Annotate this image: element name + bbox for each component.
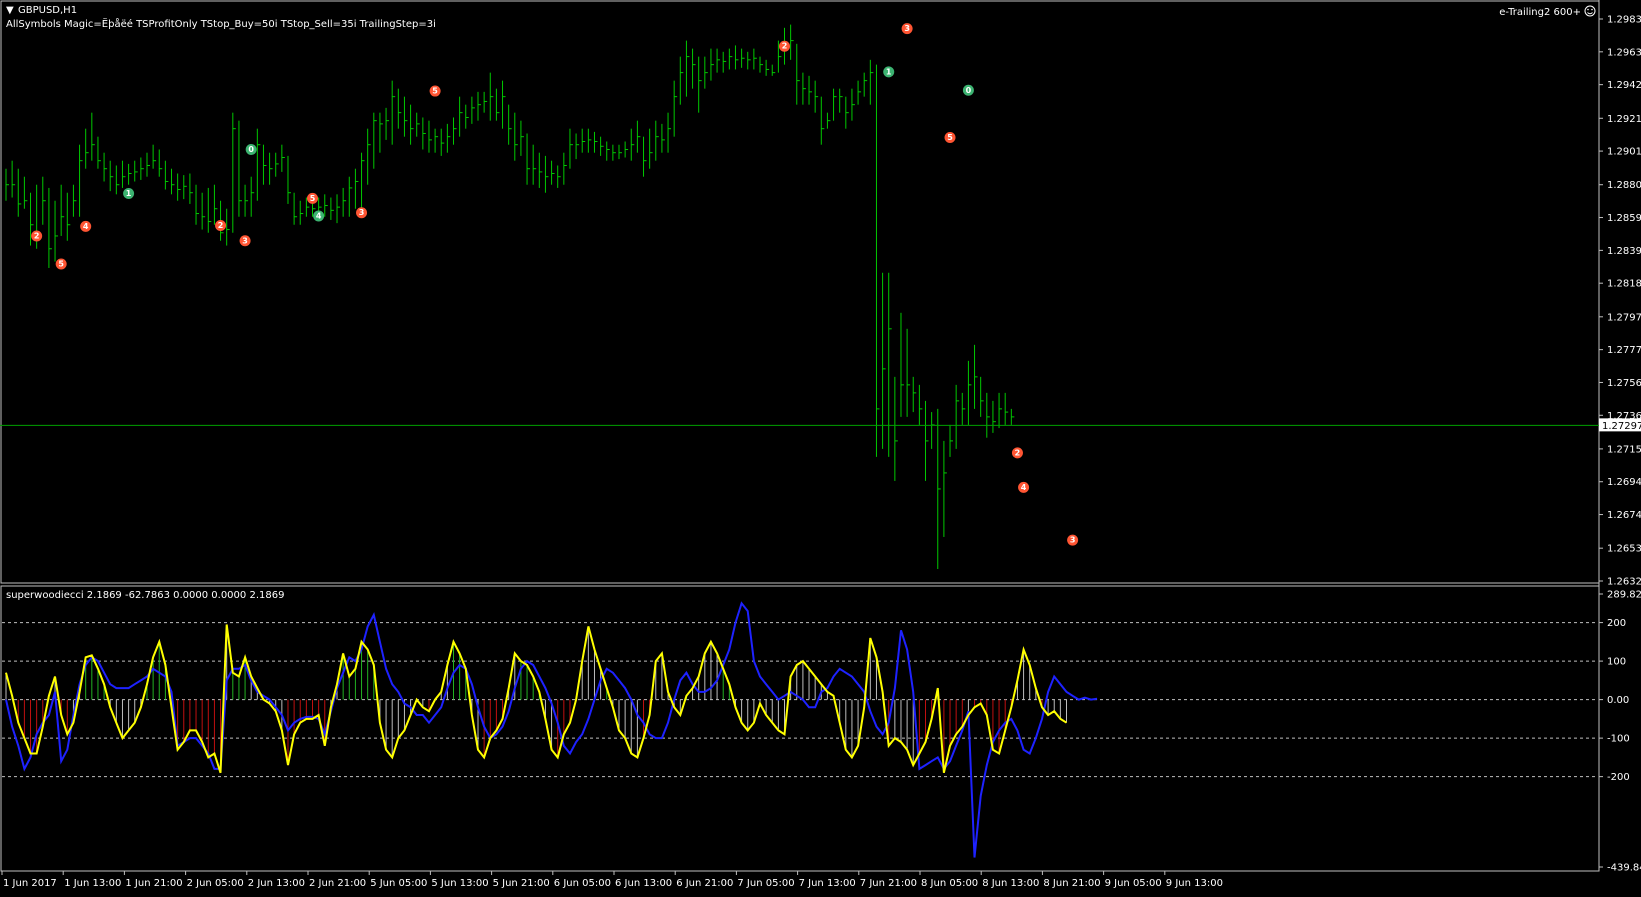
marker-label: 0	[248, 145, 254, 154]
time-tick-label: 5 Jun 05:00	[370, 878, 427, 889]
price-tick-label: 1.27565	[1607, 378, 1641, 389]
marker-label: 4	[1021, 483, 1027, 492]
time-tick-label: 9 Jun 05:00	[1105, 878, 1162, 889]
price-tick-label: 1.29010	[1607, 147, 1641, 158]
price-tick-label: 1.26530	[1607, 544, 1641, 555]
marker-label: 2	[782, 42, 788, 51]
marker-label: 3	[1070, 536, 1076, 545]
price-tick-label: 1.28800	[1607, 180, 1641, 191]
time-tick-label: 6 Jun 13:00	[615, 878, 672, 889]
trade-marker[interactable]: 5	[944, 131, 956, 143]
trade-marker[interactable]: 3	[1067, 534, 1079, 546]
marker-label: 4	[316, 211, 322, 220]
marker-label: 2	[218, 221, 224, 230]
time-tick-label: 6 Jun 21:00	[676, 878, 733, 889]
trade-marker[interactable]: 4	[80, 220, 92, 232]
trade-marker[interactable]: 2	[1011, 447, 1023, 459]
current-price-tag: 1.27297	[1599, 418, 1641, 432]
price-tick-label: 1.26945	[1607, 477, 1641, 488]
indicator-tick-label: 100	[1607, 657, 1626, 668]
price-tick-label: 1.27975	[1607, 312, 1641, 323]
marker-label: 2	[1015, 448, 1021, 457]
price-tick-label: 1.27150	[1607, 444, 1641, 455]
time-tick-label: 2 Jun 21:00	[309, 878, 366, 889]
price-tick-label: 1.26740	[1607, 510, 1641, 521]
marker-label: 3	[242, 236, 248, 245]
trade-marker[interactable]: 3	[356, 207, 368, 219]
trade-marker[interactable]: 1	[883, 66, 895, 78]
price-tick-label: 1.29425	[1607, 80, 1641, 91]
trade-marker[interactable]: 2	[31, 230, 43, 242]
indicator-tick-label: 289.823	[1607, 590, 1641, 601]
time-tick-label: 1 Jun 13:00	[64, 878, 121, 889]
marker-label: 1	[126, 189, 132, 198]
indicator-title: superwoodiecci 2.1869 -62.7863 0.0000 0.…	[6, 590, 284, 601]
time-tick-label: 8 Jun 13:00	[982, 878, 1039, 889]
trade-marker[interactable]: 0	[245, 143, 257, 155]
trade-marker[interactable]: 2	[779, 40, 791, 52]
time-tick-label: 1 Jun 2017	[3, 878, 57, 889]
marker-label: 5	[310, 194, 316, 203]
marker-label: 3	[904, 24, 910, 33]
indicator-tick-label: -100	[1607, 734, 1630, 745]
marker-label: 5	[58, 259, 64, 268]
time-tick-label: 7 Jun 13:00	[799, 878, 856, 889]
marker-label: 1	[886, 67, 892, 76]
trade-marker[interactable]: 0	[962, 84, 974, 96]
time-tick-label: 5 Jun 21:00	[493, 878, 550, 889]
trade-marker[interactable]: 4	[313, 210, 325, 222]
indicator-tick-label: -200	[1607, 772, 1630, 783]
time-tick-label: 9 Jun 13:00	[1166, 878, 1223, 889]
marker-label: 2	[34, 231, 40, 240]
time-tick-label: 2 Jun 05:00	[187, 878, 244, 889]
trade-marker[interactable]: 5	[55, 258, 67, 270]
trade-marker[interactable]: 5	[307, 192, 318, 204]
time-tick-label: 8 Jun 21:00	[1043, 878, 1100, 889]
indicator-tick-label: -439.8469	[1607, 863, 1641, 874]
price-tick-label: 1.29215	[1607, 114, 1641, 125]
chart-background	[0, 0, 1641, 897]
trade-marker[interactable]: 1	[123, 188, 135, 200]
chart-menu-arrow-icon[interactable]: ▼	[6, 5, 14, 16]
symbol-title: GBPUSD,H1	[18, 5, 77, 16]
price-tick-label: 1.28390	[1607, 246, 1641, 257]
trade-marker[interactable]: 5	[429, 85, 441, 97]
trade-marker[interactable]: 3	[901, 23, 913, 35]
price-tick-label: 1.29835	[1607, 15, 1641, 26]
current-price-label: 1.27297	[1602, 421, 1641, 432]
trade-marker[interactable]: 3	[239, 235, 251, 247]
indicator-tick-label: 0.00	[1607, 695, 1629, 706]
marker-label: 0	[966, 86, 972, 95]
time-tick-label: 7 Jun 05:00	[737, 878, 794, 889]
marker-label: 4	[83, 222, 89, 231]
chart-window[interactable]: 2541230543521350243 1.298351.296301.2942…	[0, 0, 1641, 897]
expert-params: AllSymbols Magic=Ëþåëé TSProfitOnly TSto…	[6, 17, 436, 30]
price-tick-label: 1.26325	[1607, 577, 1641, 588]
price-tick-label: 1.28595	[1607, 213, 1641, 224]
indicator-tick-label: 200	[1607, 618, 1626, 629]
marker-label: 5	[432, 87, 438, 96]
expert-name: e-Trailing2 600+	[1499, 7, 1581, 18]
time-tick-label: 6 Jun 05:00	[554, 878, 611, 889]
time-tick-label: 5 Jun 13:00	[431, 878, 488, 889]
price-tick-label: 1.28185	[1607, 279, 1641, 290]
time-tick-label: 7 Jun 21:00	[860, 878, 917, 889]
trade-marker[interactable]: 2	[215, 220, 227, 232]
marker-label: 3	[359, 208, 365, 217]
price-tick-label: 1.27770	[1607, 345, 1641, 356]
time-tick-label: 2 Jun 13:00	[248, 878, 305, 889]
trade-marker[interactable]: 4	[1018, 481, 1030, 493]
time-tick-label: 1 Jun 21:00	[125, 878, 182, 889]
time-tick-label: 8 Jun 05:00	[921, 878, 978, 889]
marker-label: 5	[947, 133, 953, 142]
price-tick-label: 1.29630	[1607, 47, 1641, 58]
